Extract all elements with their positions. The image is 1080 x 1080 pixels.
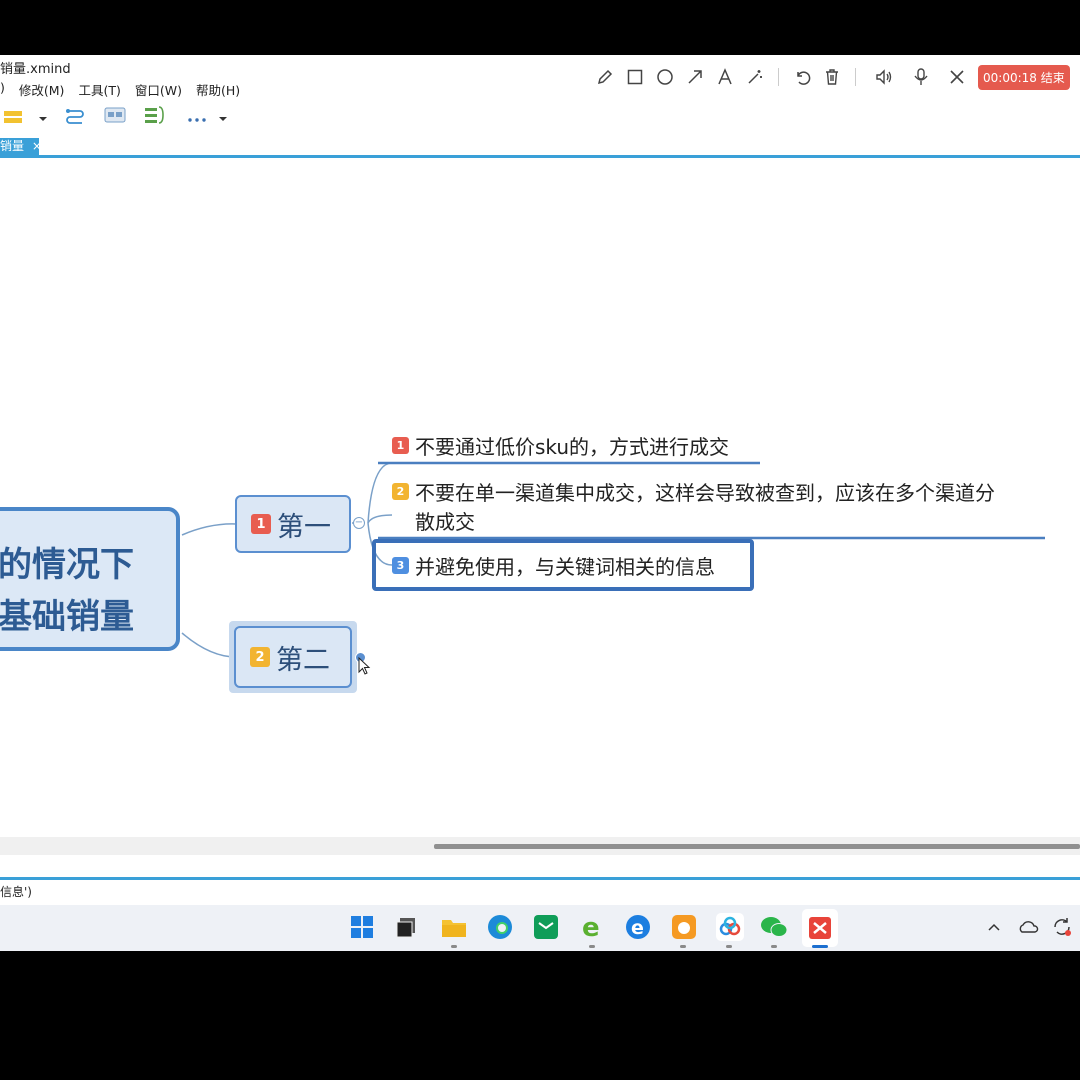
running-indicator	[680, 945, 686, 948]
mail-app-icon[interactable]	[532, 913, 560, 941]
svg-text:e: e	[582, 914, 600, 940]
status-text: 信息')	[0, 885, 32, 899]
screen: 销量.xmind ) 修改(M) 工具(T) 窗口(W) 帮助(H) 00:00…	[0, 55, 1080, 951]
wechat-icon[interactable]	[760, 913, 788, 941]
main-topic-2[interactable]: 2 第二	[234, 626, 352, 688]
taskbar: e e	[0, 905, 1080, 951]
onedrive-cloud-icon[interactable]	[1014, 913, 1042, 941]
windows-start-icon[interactable]	[348, 913, 376, 941]
central-topic-line-1: 的情况下	[0, 545, 134, 585]
baidu-netdisk-icon[interactable]	[716, 913, 744, 941]
priority-2-badge: 2	[250, 647, 270, 667]
subtopic-2-text-line-1: 不要在单一渠道集中成交，这样会导致被查到，应该在多个渠道分	[415, 480, 995, 505]
central-topic[interactable]: 的情况下 基础销量	[0, 507, 180, 651]
subtopic-2-continuation: 散成交	[415, 507, 475, 534]
status-divider	[0, 877, 1080, 880]
active-indicator	[812, 945, 828, 948]
svg-text:e: e	[631, 917, 644, 939]
edge-browser-icon[interactable]	[486, 913, 514, 941]
subtopic-3-text: 并避免使用，与关键词相关的信息	[415, 554, 715, 579]
mouse-cursor-icon	[358, 657, 371, 675]
ie-blue-browser-icon[interactable]: e	[624, 913, 652, 941]
sync-icon[interactable]	[1048, 913, 1076, 941]
priority-1-badge: 1	[251, 514, 271, 534]
main-topic-2-label: 第二	[276, 644, 330, 676]
priority-2-badge: 2	[392, 482, 409, 500]
collapse-toggle[interactable]: −	[353, 517, 365, 529]
file-explorer-icon[interactable]	[440, 913, 468, 941]
task-view-icon[interactable]	[392, 913, 420, 941]
chevron-up-icon[interactable]	[982, 913, 1006, 941]
priority-1-badge: 1	[392, 436, 409, 454]
main-topic-1[interactable]: 1 第一	[235, 495, 351, 553]
subtopic-2[interactable]: 2 不要在单一渠道集中成交，这样会导致被查到，应该在多个渠道分	[392, 478, 995, 505]
running-indicator	[589, 945, 595, 948]
scrollbar-thumb[interactable]	[434, 844, 1080, 849]
running-indicator	[451, 945, 457, 948]
subtopic-1[interactable]: 1 不要通过低价sku的，方式进行成交	[392, 432, 730, 459]
ie-browser-icon[interactable]: e	[578, 913, 606, 941]
priority-3-badge: 3	[392, 556, 409, 574]
running-indicator	[726, 945, 732, 948]
main-topic-1-label: 第一	[277, 511, 331, 543]
subtopic-2-text-line-2: 散成交	[415, 509, 475, 534]
uc-browser-icon[interactable]	[670, 913, 698, 941]
subtopic-3[interactable]: 3 并避免使用，与关键词相关的信息	[392, 552, 715, 579]
running-indicator	[771, 945, 777, 948]
central-topic-line-2: 基础销量	[0, 597, 134, 637]
subtopic-1-text: 不要通过低价sku的，方式进行成交	[415, 434, 730, 459]
xmind-icon[interactable]	[802, 909, 838, 947]
